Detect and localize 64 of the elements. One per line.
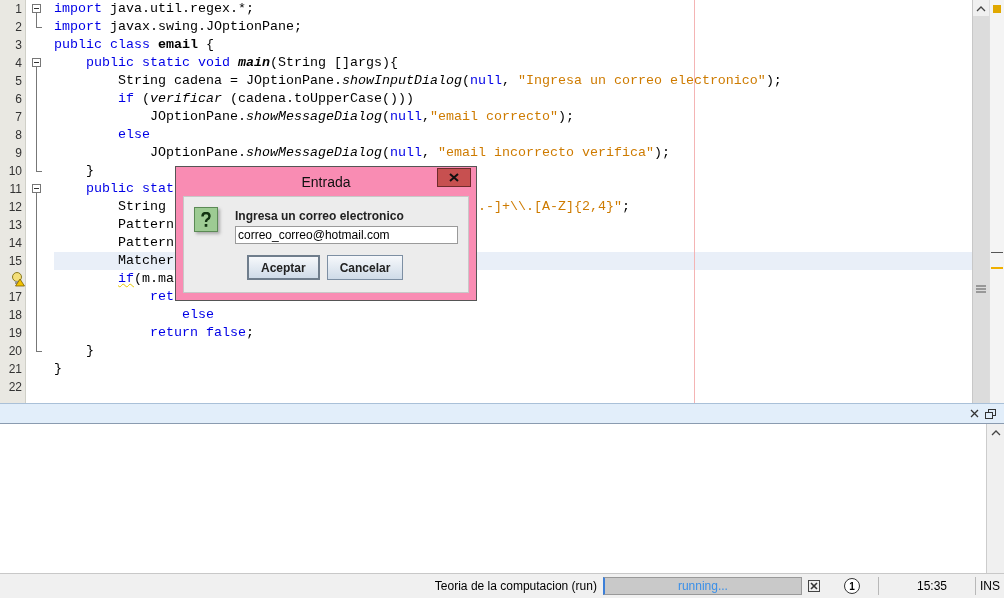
- code-line: }: [85, 163, 94, 178]
- line-number: 20: [8, 343, 23, 360]
- code-line: return false;: [148, 325, 254, 340]
- question-icon: [194, 207, 218, 232]
- line-number: 7: [15, 109, 23, 126]
- code-line: Pattern: [117, 235, 174, 250]
- code-line: public static void main(String []args){: [85, 55, 398, 70]
- line-number: 2: [15, 19, 23, 36]
- email-input[interactable]: correo_correo@hotmail.com: [235, 226, 458, 244]
- line-number: 15: [8, 253, 23, 270]
- code-line: ret: [148, 289, 174, 304]
- dialog-button[interactable]: Aceptar: [247, 255, 320, 280]
- code-line: JOptionPane.showMessageDialog(null,"email correcto");: [148, 109, 574, 124]
- code-line: }: [85, 343, 94, 358]
- project-status: Teoria de la computacion (run): [433, 579, 598, 593]
- notification-bubble[interactable]: 1: [843, 578, 860, 594]
- code-line: }: [54, 361, 62, 376]
- code-line: else: [117, 127, 150, 142]
- line-number: 12: [8, 199, 23, 216]
- close-icon: [449, 173, 459, 182]
- line-number: 22: [8, 379, 23, 396]
- close-button[interactable]: [437, 168, 471, 187]
- scroll-up-icon[interactable]: [990, 428, 1001, 436]
- line-number: 17: [8, 289, 23, 306]
- fold-toggle[interactable]: [32, 58, 41, 67]
- line-number: 4: [15, 55, 23, 72]
- line-number: 18: [8, 307, 23, 324]
- fold-toggle[interactable]: [32, 184, 41, 193]
- code-line: if(m.ma: [117, 271, 174, 286]
- dialog-button[interactable]: Cancelar: [326, 255, 404, 280]
- code-line: public stat: [85, 181, 174, 196]
- line-number: 14: [8, 235, 23, 252]
- code-line: JOptionPane.showMessageDialog(null, "email incorrecto verifica");: [148, 145, 670, 160]
- code-line: import java.util.regex.*;: [54, 1, 254, 16]
- stop-icon[interactable]: [807, 580, 820, 592]
- code-line: else: [180, 307, 214, 322]
- fold-toggle[interactable]: [32, 4, 41, 13]
- grip-icon: [976, 285, 986, 293]
- vertical-scrollbar[interactable]: [972, 0, 989, 403]
- line-number: 6: [15, 91, 23, 108]
- line-number: 8: [15, 127, 23, 144]
- line-number: 9: [15, 145, 23, 162]
- line-number: 5: [15, 73, 23, 90]
- line-number: 21: [8, 361, 23, 378]
- code-line: Pattern: [117, 217, 174, 232]
- clock: 15:35: [915, 579, 948, 593]
- line-number: 10: [8, 163, 23, 180]
- line-number: 1: [15, 1, 23, 18]
- line-number: 11: [9, 181, 23, 198]
- code-line: if (verificar (cadena.toUpperCase())): [117, 91, 414, 106]
- output-scrollbar[interactable]: [986, 424, 1004, 573]
- dialog-title: Entrada: [301, 173, 351, 190]
- code-line: import javax.swing.JOptionPane;: [54, 19, 302, 34]
- insert-mode: INS: [979, 579, 1001, 593]
- line-number: 19: [8, 325, 23, 342]
- code-line: String cadena = JOptionPane.showInputDialog(null, "Ingresa un correo electronico");: [117, 73, 782, 88]
- line-number: 13: [8, 217, 23, 234]
- close-icon[interactable]: [970, 409, 979, 418]
- progress-bar: running...: [602, 577, 802, 595]
- scroll-up-icon[interactable]: [976, 4, 986, 12]
- code-line: public class email {: [54, 37, 214, 52]
- restore-window-icon[interactable]: [985, 408, 996, 419]
- hint-bulb-icon[interactable]: [11, 271, 25, 287]
- line-number: 3: [15, 37, 23, 54]
